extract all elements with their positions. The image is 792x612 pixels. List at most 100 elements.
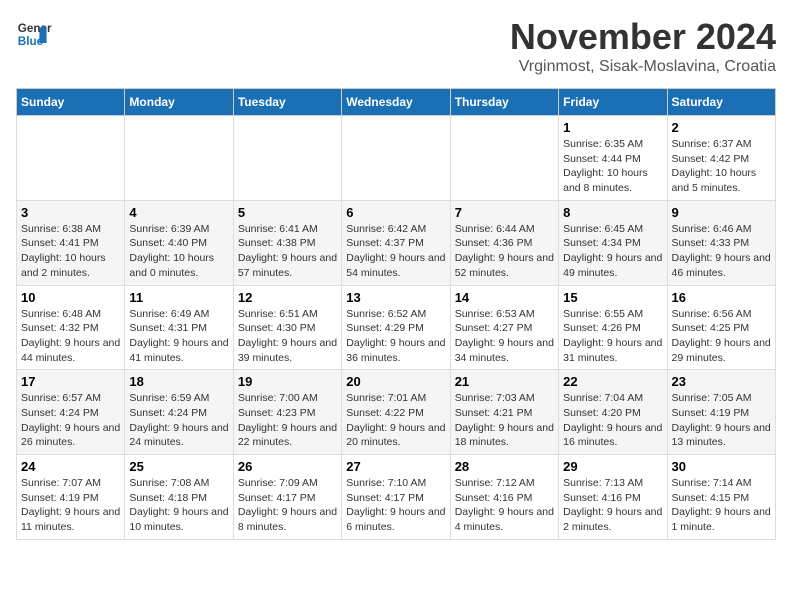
day-info: Sunrise: 7:12 AM Sunset: 4:16 PM Dayligh… [455, 476, 554, 535]
calendar-cell [342, 116, 450, 201]
day-number: 2 [672, 120, 771, 135]
day-info: Sunrise: 6:44 AM Sunset: 4:36 PM Dayligh… [455, 222, 554, 281]
calendar-cell: 19Sunrise: 7:00 AM Sunset: 4:23 PM Dayli… [233, 370, 341, 455]
calendar-cell: 16 Sunrise: 6:56 AM Sunset: 4:25 PM Dayli… [667, 285, 775, 370]
day-info: Sunrise: 7:01 AM Sunset: 4:22 PM Dayligh… [346, 391, 445, 450]
calendar-cell [450, 116, 558, 201]
calendar-cell: 22 Sunrise: 7:04 AM Sunset: 4:20 PM Dayli… [559, 370, 667, 455]
title-area: November 2024 Vrginmost, Sisak-Moslavina… [510, 16, 776, 76]
day-number: 25 [129, 459, 228, 474]
logo: General Blue [16, 16, 52, 52]
day-number: 13 [346, 290, 445, 305]
day-info: Sunrise: 7:00 AM Sunset: 4:23 PM Dayligh… [238, 391, 337, 450]
calendar-cell: 1 Sunrise: 6:35 AM Sunset: 4:44 PM Daylig… [559, 116, 667, 201]
calendar-week-row: 1 Sunrise: 6:35 AM Sunset: 4:44 PM Daylig… [17, 116, 776, 201]
day-number: 7 [455, 205, 554, 220]
day-info: Sunrise: 6:45 AM Sunset: 4:34 PM Dayligh… [563, 222, 662, 281]
calendar-cell: 24Sunrise: 7:07 AM Sunset: 4:19 PM Dayli… [17, 455, 125, 540]
weekday-header-cell: Wednesday [342, 89, 450, 116]
calendar-week-row: 10 Sunrise: 6:48 AM Sunset: 4:32 PM Dayli… [17, 285, 776, 370]
day-info: Sunrise: 6:37 AM Sunset: 4:42 PM Dayligh… [672, 137, 771, 196]
calendar-cell: 6 Sunrise: 6:42 AM Sunset: 4:37 PM Daylig… [342, 200, 450, 285]
day-number: 27 [346, 459, 445, 474]
calendar-cell: 13Sunrise: 6:52 AM Sunset: 4:29 PM Dayli… [342, 285, 450, 370]
day-info: Sunrise: 6:57 AM Sunset: 4:24 PM Dayligh… [21, 391, 120, 450]
day-info: Sunrise: 7:08 AM Sunset: 4:18 PM Dayligh… [129, 476, 228, 535]
day-number: 3 [21, 205, 120, 220]
day-number: 17 [21, 374, 120, 389]
calendar-body: 1 Sunrise: 6:35 AM Sunset: 4:44 PM Daylig… [17, 116, 776, 540]
calendar-cell: 2 Sunrise: 6:37 AM Sunset: 4:42 PM Daylig… [667, 116, 775, 201]
calendar-cell: 21 Sunrise: 7:03 AM Sunset: 4:21 PM Dayli… [450, 370, 558, 455]
calendar-table: SundayMondayTuesdayWednesdayThursdayFrid… [16, 88, 776, 540]
calendar-cell: 23 Sunrise: 7:05 AM Sunset: 4:19 PM Dayli… [667, 370, 775, 455]
calendar-cell: 10 Sunrise: 6:48 AM Sunset: 4:32 PM Dayli… [17, 285, 125, 370]
day-info: Sunrise: 7:09 AM Sunset: 4:17 PM Dayligh… [238, 476, 337, 535]
day-info: Sunrise: 7:03 AM Sunset: 4:21 PM Dayligh… [455, 391, 554, 450]
weekday-header-cell: Saturday [667, 89, 775, 116]
svg-text:General: General [18, 22, 52, 35]
calendar-cell: 9Sunrise: 6:46 AM Sunset: 4:33 PM Daylig… [667, 200, 775, 285]
calendar-cell: 25 Sunrise: 7:08 AM Sunset: 4:18 PM Dayli… [125, 455, 233, 540]
day-info: Sunrise: 6:46 AM Sunset: 4:33 PM Dayligh… [672, 222, 771, 281]
day-info: Sunrise: 6:38 AM Sunset: 4:41 PM Dayligh… [21, 222, 120, 281]
weekday-header-row: SundayMondayTuesdayWednesdayThursdayFrid… [17, 89, 776, 116]
day-info: Sunrise: 6:41 AM Sunset: 4:38 PM Dayligh… [238, 222, 337, 281]
page-title: November 2024 [510, 16, 776, 58]
logo-icon: General Blue [16, 16, 52, 52]
day-number: 6 [346, 205, 445, 220]
calendar-week-row: 3 Sunrise: 6:38 AM Sunset: 4:41 PM Daylig… [17, 200, 776, 285]
day-number: 23 [672, 374, 771, 389]
day-info: Sunrise: 7:05 AM Sunset: 4:19 PM Dayligh… [672, 391, 771, 450]
day-info: Sunrise: 6:59 AM Sunset: 4:24 PM Dayligh… [129, 391, 228, 450]
calendar-cell: 26 Sunrise: 7:09 AM Sunset: 4:17 PM Dayli… [233, 455, 341, 540]
day-info: Sunrise: 6:48 AM Sunset: 4:32 PM Dayligh… [21, 307, 120, 366]
calendar-cell: 5Sunrise: 6:41 AM Sunset: 4:38 PM Daylig… [233, 200, 341, 285]
day-number: 20 [346, 374, 445, 389]
calendar-cell: 29 Sunrise: 7:13 AM Sunset: 4:16 PM Dayli… [559, 455, 667, 540]
weekday-header-cell: Friday [559, 89, 667, 116]
day-info: Sunrise: 6:39 AM Sunset: 4:40 PM Dayligh… [129, 222, 228, 281]
calendar-cell: 11Sunrise: 6:49 AM Sunset: 4:31 PM Dayli… [125, 285, 233, 370]
calendar-cell: 28 Sunrise: 7:12 AM Sunset: 4:16 PM Dayli… [450, 455, 558, 540]
day-number: 21 [455, 374, 554, 389]
calendar-cell: 12Sunrise: 6:51 AM Sunset: 4:30 PM Dayli… [233, 285, 341, 370]
day-number: 22 [563, 374, 662, 389]
day-info: Sunrise: 6:56 AM Sunset: 4:25 PM Dayligh… [672, 307, 771, 366]
day-number: 10 [21, 290, 120, 305]
calendar-cell: 7 Sunrise: 6:44 AM Sunset: 4:36 PM Daylig… [450, 200, 558, 285]
day-number: 1 [563, 120, 662, 135]
day-info: Sunrise: 6:55 AM Sunset: 4:26 PM Dayligh… [563, 307, 662, 366]
day-number: 29 [563, 459, 662, 474]
calendar-cell: 17 Sunrise: 6:57 AM Sunset: 4:24 PM Dayli… [17, 370, 125, 455]
day-number: 11 [129, 290, 228, 305]
header: General Blue November 2024 Vrginmost, Si… [16, 16, 776, 76]
day-number: 18 [129, 374, 228, 389]
calendar-week-row: 17 Sunrise: 6:57 AM Sunset: 4:24 PM Dayli… [17, 370, 776, 455]
weekday-header-cell: Monday [125, 89, 233, 116]
calendar-week-row: 24Sunrise: 7:07 AM Sunset: 4:19 PM Dayli… [17, 455, 776, 540]
calendar-cell: 18 Sunrise: 6:59 AM Sunset: 4:24 PM Dayli… [125, 370, 233, 455]
day-info: Sunrise: 7:04 AM Sunset: 4:20 PM Dayligh… [563, 391, 662, 450]
calendar-cell: 8Sunrise: 6:45 AM Sunset: 4:34 PM Daylig… [559, 200, 667, 285]
day-info: Sunrise: 6:53 AM Sunset: 4:27 PM Dayligh… [455, 307, 554, 366]
day-info: Sunrise: 6:35 AM Sunset: 4:44 PM Dayligh… [563, 137, 662, 196]
day-info: Sunrise: 7:07 AM Sunset: 4:19 PM Dayligh… [21, 476, 120, 535]
calendar-cell: 3 Sunrise: 6:38 AM Sunset: 4:41 PM Daylig… [17, 200, 125, 285]
day-number: 4 [129, 205, 228, 220]
calendar-cell: 15 Sunrise: 6:55 AM Sunset: 4:26 PM Dayli… [559, 285, 667, 370]
day-number: 26 [238, 459, 337, 474]
day-number: 16 [672, 290, 771, 305]
weekday-header-cell: Sunday [17, 89, 125, 116]
calendar-cell: 20 Sunrise: 7:01 AM Sunset: 4:22 PM Dayli… [342, 370, 450, 455]
day-info: Sunrise: 7:14 AM Sunset: 4:15 PM Dayligh… [672, 476, 771, 535]
day-info: Sunrise: 7:13 AM Sunset: 4:16 PM Dayligh… [563, 476, 662, 535]
day-number: 15 [563, 290, 662, 305]
day-number: 12 [238, 290, 337, 305]
day-info: Sunrise: 7:10 AM Sunset: 4:17 PM Dayligh… [346, 476, 445, 535]
calendar-cell: 27 Sunrise: 7:10 AM Sunset: 4:17 PM Dayli… [342, 455, 450, 540]
day-number: 28 [455, 459, 554, 474]
calendar-cell: 30Sunrise: 7:14 AM Sunset: 4:15 PM Dayli… [667, 455, 775, 540]
weekday-header-cell: Tuesday [233, 89, 341, 116]
day-info: Sunrise: 6:42 AM Sunset: 4:37 PM Dayligh… [346, 222, 445, 281]
